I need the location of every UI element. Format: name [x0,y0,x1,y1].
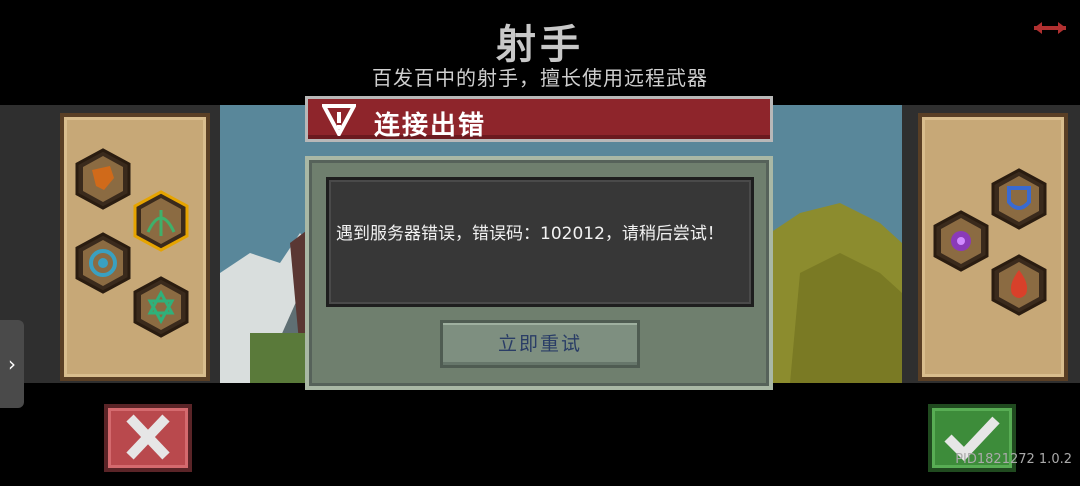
back-arrows-icon[interactable] [1034,22,1066,34]
hexagram-icon[interactable] [132,276,190,338]
poison-flower-icon[interactable] [932,210,990,272]
chevron-right-icon: › [8,352,16,376]
shield-icon[interactable] [990,168,1048,230]
warning-icon [322,104,356,136]
dialog-title: 连接出错 [374,111,487,141]
dialog-header: 连接出错 [305,96,773,142]
page-subtitle: 百发百中的射手，擅长使用远程武器 [372,66,708,90]
bow-icon[interactable] [132,190,190,252]
cancel-button[interactable] [104,404,192,472]
retry-button[interactable]: 立即重试 [440,320,640,368]
close-icon [126,414,170,460]
side-expand-button[interactable]: › [0,320,24,408]
version-label: PID1821272 1.0.2 [955,452,1072,467]
flame-icon[interactable] [990,254,1048,316]
whirlwind-icon[interactable] [74,232,132,294]
fire-fist-icon[interactable] [74,148,132,210]
dialog-message: 遇到服务器错误，错误码：102012，请稍后尝试！ [336,224,724,244]
